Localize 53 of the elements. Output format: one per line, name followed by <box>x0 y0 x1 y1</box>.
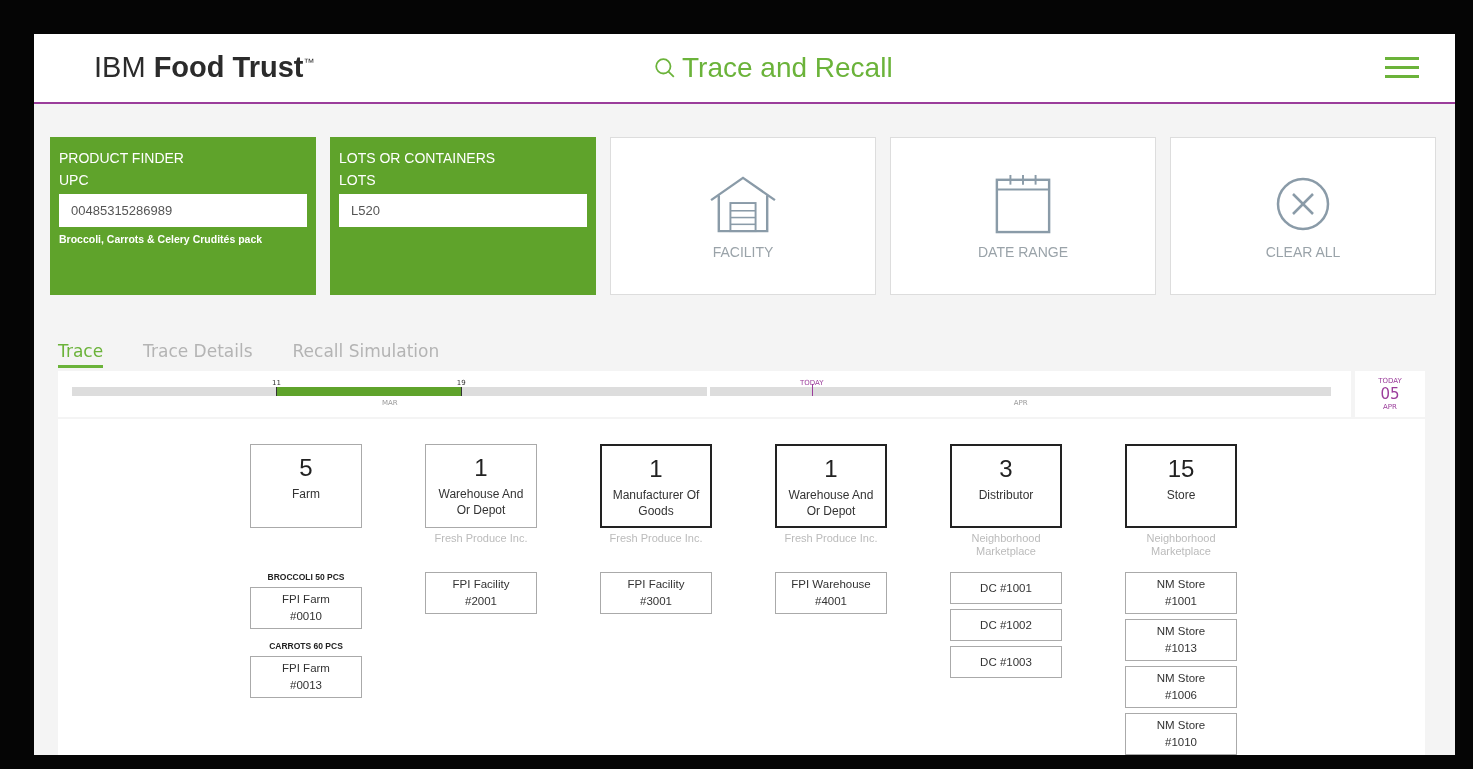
search-icon <box>654 56 676 79</box>
company-name: Neighborhood Marketplace <box>1145 532 1217 559</box>
facility-card[interactable]: NM Store #1006 <box>1125 666 1237 708</box>
today-marker <box>811 383 813 396</box>
company-name: Fresh Produce Inc. <box>434 532 528 546</box>
facility-card[interactable]: DC #1002 <box>950 609 1062 641</box>
facility-card[interactable]: NM Store #1010 <box>1125 713 1237 755</box>
stage-count: 5 <box>299 454 313 482</box>
stage-card[interactable]: 5 Farm <box>250 444 362 528</box>
filter-title: LOTS OR CONTAINERS <box>339 148 497 168</box>
facility-card[interactable]: NM Store #1013 <box>1125 619 1237 661</box>
stage-name: Warehouse And Or Depot <box>437 486 525 518</box>
stage-name: Store <box>1165 487 1197 503</box>
input-field[interactable]: 00485315286989 <box>59 193 307 227</box>
stage-card[interactable]: 15 Store <box>1125 444 1237 528</box>
facility-card[interactable]: FPI Facility #2001 <box>425 572 537 614</box>
facility-card[interactable]: FPI Facility #3001 <box>600 572 712 614</box>
input-field[interactable]: L520 <box>339 193 587 227</box>
stage-name: Manufacturer Of Goods <box>611 487 701 519</box>
stage-count: 15 <box>1167 455 1195 483</box>
menu-icon <box>1385 56 1419 79</box>
today-day: 05 <box>1380 384 1400 403</box>
company-name: Fresh Produce Inc. <box>784 532 878 546</box>
stage-card[interactable]: 1 Warehouse And Or Depot <box>425 444 537 528</box>
stage-count: 1 <box>824 455 838 483</box>
company-name: Neighborhood Marketplace <box>970 532 1042 559</box>
facility-card[interactable]: NM Store #1001 <box>1125 572 1237 614</box>
brand-logo: IBM Food Trust$^{™}$ <box>94 51 316 85</box>
page-title: Trace and Recall <box>682 51 893 84</box>
stage-count: 1 <box>649 455 663 483</box>
facility-card[interactable]: FPI Farm #0010 <box>250 587 362 629</box>
stage-count: 1 <box>474 454 488 482</box>
facility-card[interactable]: FPI Warehouse #4001 <box>775 572 887 614</box>
facility-card[interactable]: FPI Farm #0013 <box>250 656 362 698</box>
product-heading: BROCCOLI 50 PCS <box>267 572 345 582</box>
product-description: Broccoli, Carrots & Celery Crudités pack <box>59 232 264 245</box>
stage-card[interactable]: 3 Distributor <box>950 444 1062 528</box>
calendar-icon <box>994 173 1052 234</box>
stage-card[interactable]: 1 Manufacturer Of Goods <box>600 444 712 528</box>
facility-card[interactable]: DC #1003 <box>950 646 1062 678</box>
stage-name: Warehouse And Or Depot <box>787 487 875 519</box>
field-label: UPC <box>59 170 90 190</box>
menu-button[interactable] <box>1385 56 1419 79</box>
stage-name: Distributor <box>977 487 1035 503</box>
company-name: Fresh Produce Inc. <box>609 532 703 546</box>
product-heading: CARROTS 60 PCS <box>269 641 343 651</box>
filter-title: PRODUCT FINDER <box>59 148 185 168</box>
field-label: LOTS <box>339 170 377 190</box>
stage-name: Farm <box>291 486 321 502</box>
facility-card[interactable]: DC #1001 <box>950 572 1062 604</box>
stage-count: 3 <box>999 455 1013 483</box>
stage-card[interactable]: 1 Warehouse And Or Depot <box>775 444 887 528</box>
date-range-fill[interactable] <box>275 386 462 396</box>
